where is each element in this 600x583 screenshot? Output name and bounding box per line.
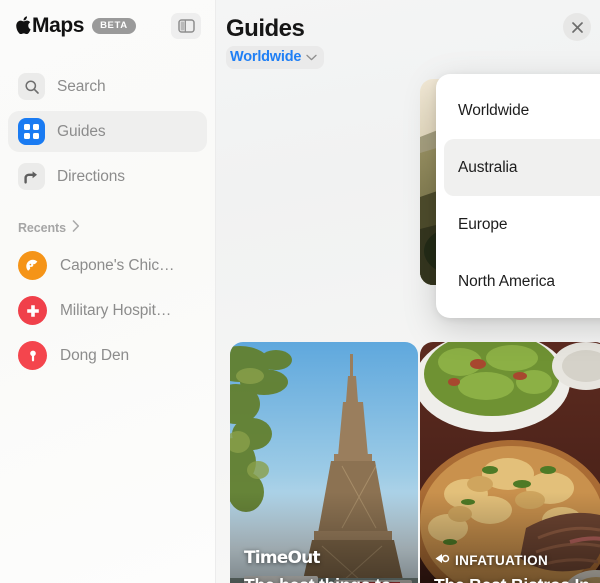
dropdown-item-europe[interactable]: Europe [444,196,600,253]
sidebar-header: Maps BETA [0,0,215,52]
publisher-label: INFATUATION [455,552,549,568]
chevron-right-icon [72,219,80,237]
region-dropdown-menu: Worldwide Australia Europe North America [436,74,600,318]
publisher-logo-timeout: TimeOut [244,548,321,568]
sidebar-item-label: Guides [57,122,106,140]
close-icon[interactable] [563,13,591,41]
list-item-label: Dong Den [60,346,129,364]
eiffel-tower-image [230,342,418,583]
region-selector-label: Worldwide [230,49,302,66]
dropdown-item-label: Europe [458,215,508,233]
list-item[interactable]: Military Hospit… [0,288,215,333]
sidebar-item-directions[interactable]: Directions [8,156,207,197]
sidebar-item-label: Directions [57,167,125,185]
recents-header[interactable]: Recents [0,201,215,243]
dropdown-item-north-america[interactable]: North America [444,253,600,310]
sidebar-item-search[interactable]: Search [8,66,207,107]
guides-grid-icon [18,118,45,145]
sidebar-item-label: Search [57,77,106,95]
dropdown-item-label: Australia [458,158,518,176]
guide-card-paris[interactable]: TimeOut The best things to do in Paris [230,342,418,583]
sidebar-nav: Search Guides Directions [0,66,215,197]
pizza-icon [18,251,47,280]
brand: Maps BETA [16,14,171,38]
chevron-down-icon [306,48,317,66]
guides-header: Guides Worldwide [216,0,600,70]
guide-card-title: The Best Bistros In Paris [434,575,598,583]
list-item[interactable]: Capone's Chic… [0,243,215,288]
sidebar: Maps BETA Search Guides Directions Recen… [0,0,216,583]
beta-badge: BETA [92,18,136,34]
publisher-logo-infatuation: INFATUATION [434,552,548,568]
search-icon [18,73,45,100]
sidebar-toggle-icon[interactable] [171,13,201,39]
directions-arrow-icon [18,163,45,190]
region-selector-chip[interactable]: Worldwide [226,46,325,70]
medical-cross-icon [18,296,47,325]
map-pin-icon [18,341,47,370]
maps-app-window: Maps BETA Search Guides Directions Recen… [0,0,600,583]
sidebar-item-guides[interactable]: Guides [8,111,207,152]
brand-name: Maps [16,14,84,38]
guide-card-bistros[interactable]: INFATUATION The Best Bistros In Paris [420,342,600,583]
dropdown-item-label: Worldwide [458,101,530,119]
apple-logo-icon [16,16,31,35]
list-item-label: Capone's Chic… [60,256,175,274]
guide-card-title: The best things to do in Paris [244,575,408,583]
dropdown-item-australia[interactable]: Australia [444,139,600,196]
infatuation-mark-icon [434,552,450,568]
bistro-food-image [420,342,600,583]
dropdown-item-label: North America [458,272,555,290]
page-title: Guides [226,15,305,42]
dropdown-item-worldwide[interactable]: Worldwide [444,82,600,139]
recents-title: Recents [18,221,66,235]
guides-panel: Guides Worldwide TimeOut INFATUATION Wor… [216,0,600,583]
list-item[interactable]: Dong Den [0,333,215,378]
brand-label: Maps [32,14,85,37]
list-item-label: Military Hospit… [60,301,172,319]
